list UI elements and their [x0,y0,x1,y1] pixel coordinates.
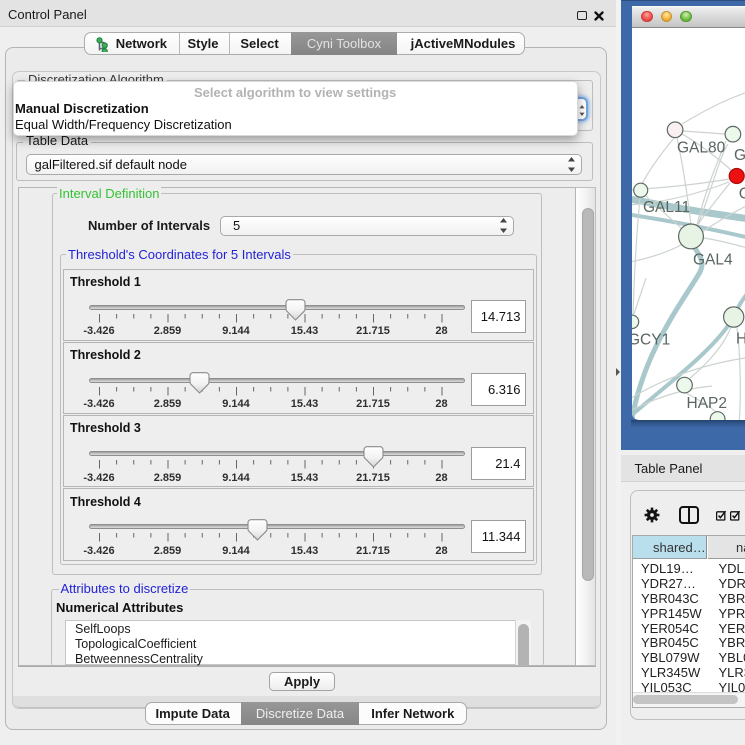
svg-text:GAL80: GAL80 [677,139,726,156]
svg-text:GAL11: GAL11 [643,199,690,216]
svg-text:C: C [739,186,745,203]
svg-text:GA: GA [734,147,745,164]
svg-text:HAP2: HAP2 [687,395,728,412]
svg-text:GAL4: GAL4 [693,252,733,269]
svg-text:GCY1: GCY1 [632,332,670,349]
svg-text:H: H [736,330,745,347]
